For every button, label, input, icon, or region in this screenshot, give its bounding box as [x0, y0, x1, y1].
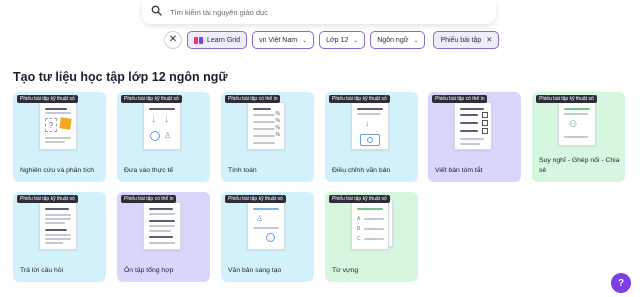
card-badge: Phiếu bài tập có thể in [225, 95, 281, 103]
card-review[interactable]: Phiếu bài tập có thể in Ôn tập tổng hợp [117, 192, 210, 282]
card-summary[interactable]: Phiếu bài tập có thể in Viết bản tóm tắt [428, 92, 521, 182]
filter-type-chip[interactable]: Phiếu bài tập ✕ [433, 31, 500, 49]
worksheet-thumbnail: ⚇ [558, 102, 596, 146]
card-badge: Phiếu bài tập có thể in [121, 195, 177, 203]
card-badge: Phiếu bài tập kỹ thuật số [329, 95, 390, 103]
card-vocabulary[interactable]: Phiếu bài tập kỹ thuật số A B C Từ vựng [325, 192, 418, 282]
card-title: Nghiên cứu và phân tích [20, 167, 95, 174]
sticky-note-icon [59, 117, 72, 130]
card-badge: Phiếu bài tập có thể in [432, 95, 488, 103]
card-title: Viết bản tóm tắt [435, 167, 483, 174]
card-edit-text[interactable]: Phiếu bài tập kỹ thuật số ↓ Điều chỉnh v… [325, 92, 418, 182]
card-think-pair-share[interactable]: Phiếu bài tập kỹ thuật số ⚇ Suy nghĩ - G… [532, 92, 625, 182]
worksheet-thumbnail: A B C [351, 202, 389, 250]
worksheet-thumbnail: ♙ [247, 202, 285, 250]
circle-icon [150, 131, 160, 141]
card-creative-writing[interactable]: Phiếu bài tập kỹ thuật số ♙ Văn bản sáng… [221, 192, 314, 282]
filter-grade-dropdown[interactable]: Lớp 12 ⌄ [319, 31, 366, 49]
worksheet-thumbnail [454, 102, 492, 150]
close-icon: ✕ [168, 34, 178, 45]
filter-type-label: Phiếu bài tập [440, 36, 482, 44]
arrow-down-icon: ↓ [151, 114, 156, 125]
card-title: Văn bản sáng tạo [228, 267, 282, 274]
filter-brand-chip[interactable]: Learn Grid [187, 31, 248, 49]
filter-grade-label: Lớp 12 [326, 36, 349, 44]
filter-subject-label: Ngôn ngữ [377, 36, 409, 44]
person-icon: ♙ [164, 131, 172, 140]
card-title: Suy nghĩ - Ghép nối - Chia sẻ [539, 157, 620, 174]
help-button[interactable]: ? [611, 273, 631, 293]
card-badge: Phiếu bài tập kỹ thuật số [225, 195, 286, 203]
card-badge: Phiếu bài tập kỹ thuật số [536, 95, 597, 103]
filter-region-label: vn Việt Nam [259, 36, 298, 44]
help-label: ? [617, 277, 625, 289]
chevron-down-icon: ⌄ [353, 37, 359, 44]
clear-filters-button[interactable]: ✕ [164, 31, 182, 49]
chevron-down-icon: ⌄ [413, 37, 419, 44]
card-title: Từ vựng [332, 267, 359, 274]
worksheet-thumbnail: % % % % [247, 102, 285, 150]
learn-grid-logo-icon [194, 36, 203, 44]
worksheet-thumbnail: ↓ ↓ ♙ [143, 102, 181, 150]
arrow-down-icon: ↓ [365, 118, 370, 128]
page-title: Tạo tư liệu học tập lớp 12 ngôn ngữ [13, 70, 228, 84]
remove-filter-icon[interactable]: ✕ [486, 36, 492, 44]
search-icon [151, 3, 162, 21]
card-calculation[interactable]: Phiếu bài tập có thể in % % % % Tính toá… [221, 92, 314, 182]
chevron-down-icon: ⌄ [302, 37, 308, 44]
filter-brand-label: Learn Grid [207, 36, 241, 44]
camera-icon [360, 134, 380, 146]
search-input[interactable] [170, 7, 470, 17]
card-answer-questions[interactable]: Phiếu bài tập kỹ thuật số Trả lời câu hỏ… [13, 192, 106, 282]
worksheet-thumbnail: ↓ [351, 102, 389, 150]
card-badge: Phiếu bài tập kỹ thuật số [17, 95, 78, 103]
people-icon: ⚇ [569, 119, 578, 129]
filter-region-dropdown[interactable]: vn Việt Nam ⌄ [252, 31, 315, 49]
card-title: Tính toán [228, 167, 257, 174]
card-title: Đưa vào thực tế [124, 167, 174, 174]
worksheet-thumbnail: ? [39, 102, 77, 150]
person-icon: ♙ [256, 214, 264, 223]
filter-subject-dropdown[interactable]: Ngôn ngữ ⌄ [370, 31, 426, 49]
card-badge: Phiếu bài tập kỹ thuật số [329, 195, 390, 203]
card-badge: Phiếu bài tập kỹ thuật số [121, 95, 182, 103]
card-title: Ôn tập tổng hợp [124, 267, 174, 274]
card-title: Trả lời câu hỏi [20, 267, 64, 274]
filter-bar: ✕ Learn Grid vn Việt Nam ⌄ Lớp 12 ⌄ Ngôn… [164, 31, 500, 49]
question-icon: ? [45, 118, 57, 132]
card-research[interactable]: Phiếu bài tập kỹ thuật số ? Nghiên cứu v… [13, 92, 106, 182]
card-apply[interactable]: Phiếu bài tập kỹ thuật số ↓ ↓ ♙ Đưa vào … [117, 92, 210, 182]
arrow-down-icon: ↓ [164, 114, 169, 125]
card-title: Điều chỉnh văn bản [332, 167, 391, 174]
search-bar[interactable] [142, 0, 496, 24]
worksheet-thumbnail [143, 202, 181, 250]
card-badge: Phiếu bài tập kỹ thuật số [17, 195, 78, 203]
worksheet-thumbnail [39, 202, 77, 250]
circle-icon [266, 233, 275, 242]
